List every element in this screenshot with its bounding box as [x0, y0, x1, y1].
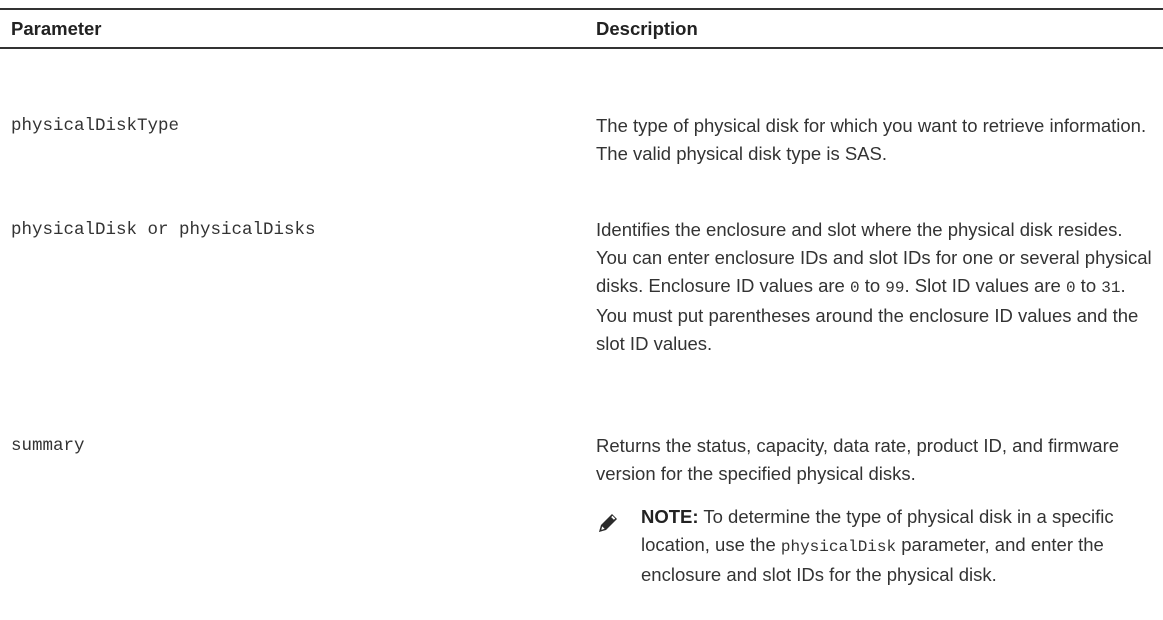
description-text: Identifies the enclosure and slot where …: [596, 216, 1156, 358]
description-text-part: to: [1075, 275, 1102, 296]
parameter-name: physicalDiskType: [11, 116, 180, 136]
parameter-description: The type of physical disk for which you …: [596, 112, 1156, 168]
parameter-name: summary: [11, 436, 85, 456]
code-value: 0: [849, 279, 860, 297]
code-value: 31: [1101, 279, 1121, 297]
pencil-note-icon: [596, 511, 620, 535]
column-header-description: Description: [596, 18, 698, 39]
description-text: Returns the status, capacity, data rate,…: [596, 435, 1120, 484]
parameter-name: physicalDisk or physicalDisks: [11, 220, 316, 240]
note-text: NOTE: To determine the type of physical …: [641, 503, 1151, 589]
parameter-description: Returns the status, capacity, data rate,…: [596, 432, 1156, 488]
code-value: 99: [885, 279, 905, 297]
table-header-row: Parameter Description: [0, 8, 1163, 49]
parameter-description: Identifies the enclosure and slot where …: [596, 216, 1156, 358]
note-label: NOTE:: [641, 506, 699, 527]
code-value: physicalDisk: [780, 538, 897, 556]
code-value: 0: [1065, 279, 1076, 297]
column-header-parameter: Parameter: [11, 18, 102, 39]
description-text: The type of physical disk for which you …: [596, 115, 1147, 164]
parameter-table: Parameter Description physicalDiskType T…: [0, 8, 1163, 585]
description-text-part: to: [859, 275, 886, 296]
description-text-part: . Slot ID values are: [904, 275, 1066, 296]
